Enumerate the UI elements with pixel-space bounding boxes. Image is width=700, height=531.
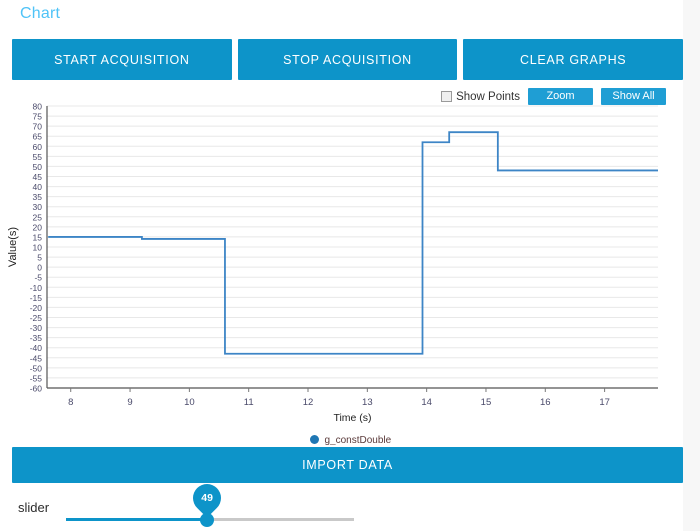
slider-label: slider	[18, 500, 50, 515]
y-tick-label: -30	[30, 323, 43, 333]
x-tick-label: 15	[481, 397, 492, 408]
y-tick-label: 80	[33, 102, 43, 112]
y-tick-label: 0	[37, 263, 42, 273]
y-axis-title: Value(s)	[7, 227, 19, 267]
start-acquisition-button[interactable]: START ACQUISITION	[12, 39, 232, 80]
stop-acquisition-button[interactable]: STOP ACQUISITION	[237, 39, 458, 80]
y-tick-label: -40	[30, 343, 43, 353]
x-tick-label: 17	[599, 397, 610, 408]
y-tick-label: -5	[34, 273, 42, 283]
slider-row: slider 49	[0, 478, 683, 531]
legend-marker	[310, 435, 319, 444]
import-data-button[interactable]: IMPORT DATA	[12, 447, 683, 483]
clear-graphs-button[interactable]: CLEAR GRAPHS	[463, 39, 684, 80]
y-tick-label: -25	[30, 313, 43, 323]
app-root: Chart START ACQUISITION STOP ACQUISITION…	[0, 0, 700, 531]
y-tick-label: 20	[33, 222, 43, 232]
y-tick-label: 5	[37, 253, 42, 263]
x-tick-label: 9	[127, 397, 132, 408]
y-tick-label: -45	[30, 353, 43, 363]
import-data-bar: IMPORT DATA	[12, 447, 683, 483]
slider-thumb[interactable]	[200, 512, 215, 527]
y-tick-label: 60	[33, 142, 43, 152]
y-tick-label: 55	[33, 152, 43, 162]
y-tick-label: -55	[30, 373, 43, 383]
x-tick-label: 16	[540, 397, 551, 408]
slider-value-pin	[187, 478, 227, 518]
y-tick-label: 75	[33, 112, 43, 122]
slider-control[interactable]: 49	[66, 478, 354, 527]
legend-label: g_constDouble	[325, 435, 392, 445]
page-title: Chart	[20, 5, 61, 22]
x-tick-label: 12	[303, 397, 314, 408]
x-tick-label: 10	[184, 397, 195, 408]
chart-plot-container[interactable]: -60 -55 -50 -45 -40 -35 -30 -25 -20 -15 -10 -5 0 5 10 1…	[0, 100, 683, 445]
y-tick-label: -50	[30, 363, 43, 373]
x-tick-label: 8	[68, 397, 73, 408]
chart-svg[interactable]: -60-55-50-45-40-35-30-25-20-15-10-505101…	[0, 100, 683, 445]
y-tick-label: 15	[33, 232, 43, 242]
x-tick-label: 14	[421, 397, 432, 408]
y-tick-label: 45	[33, 172, 43, 182]
y-tick-label: -60	[30, 384, 43, 394]
y-tick-label: 30	[33, 202, 43, 212]
y-tick-label: -15	[30, 293, 43, 303]
acquisition-button-bar: START ACQUISITION STOP ACQUISITION CLEAR…	[12, 39, 684, 80]
x-axis-title: Time (s)	[333, 412, 371, 424]
chart-card: Chart START ACQUISITION STOP ACQUISITION…	[0, 0, 684, 531]
x-tick-label: 13	[362, 397, 373, 408]
y-tick-label: 35	[33, 192, 43, 202]
y-tick-label: -10	[30, 283, 43, 293]
y-tick-label: 65	[33, 132, 43, 142]
y-tick-label: -20	[30, 303, 43, 313]
y-tick-label: 40	[33, 182, 43, 192]
y-tick-label: 50	[33, 162, 43, 172]
y-tick-label: 70	[33, 122, 43, 132]
slider-track-fill	[66, 518, 208, 521]
y-tick-label: -35	[30, 333, 43, 343]
x-tick-label: 11	[244, 397, 254, 408]
y-tick-label: 25	[33, 212, 43, 222]
y-tick-label: 10	[33, 243, 43, 253]
